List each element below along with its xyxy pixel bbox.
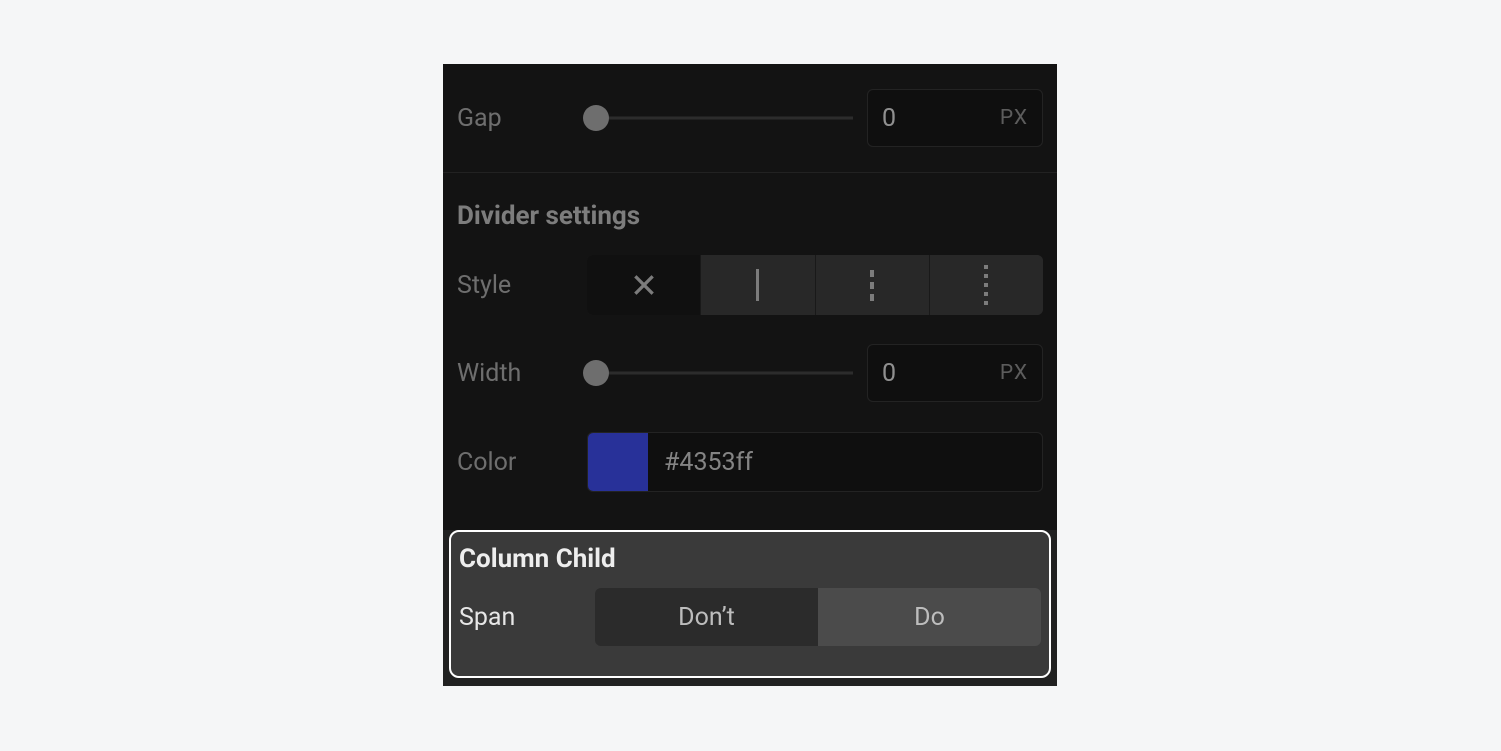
- gap-value-input[interactable]: 0 PX: [867, 89, 1043, 147]
- divider-width-row: Width 0 PX: [443, 329, 1057, 417]
- divider-settings-heading: Divider settings: [443, 173, 1057, 241]
- divider-style-segmented: [587, 255, 1043, 315]
- divider-color-input[interactable]: #4353ff: [587, 432, 1043, 492]
- column-child-span-row: Span Don’t Do: [451, 580, 1049, 646]
- divider-style-label: Style: [457, 271, 587, 300]
- divider-style-none[interactable]: [587, 255, 701, 315]
- slider-track: [587, 117, 853, 120]
- span-option-do[interactable]: Do: [818, 588, 1041, 646]
- x-icon: [631, 272, 657, 298]
- divider-width-label: Width: [457, 359, 587, 388]
- divider-style-solid[interactable]: [701, 255, 815, 315]
- slider-track: [587, 372, 853, 375]
- divider-width-slider[interactable]: [587, 353, 853, 393]
- gap-slider[interactable]: [587, 98, 853, 138]
- slider-thumb[interactable]: [583, 360, 609, 386]
- divider-width-unit: PX: [1000, 361, 1028, 385]
- settings-panel: Gap 0 PX Divider settings Style: [443, 64, 1057, 686]
- color-hex-value: #4353ff: [648, 448, 753, 477]
- gap-unit: PX: [1000, 106, 1028, 130]
- span-option-dont[interactable]: Don’t: [595, 588, 818, 646]
- divider-width-value: 0: [882, 359, 1000, 388]
- divider-color-row: Color #4353ff: [443, 417, 1057, 507]
- solid-line-icon: [756, 269, 759, 301]
- divider-style-dashed[interactable]: [816, 255, 930, 315]
- gap-value: 0: [882, 104, 1000, 133]
- color-swatch: [588, 432, 648, 492]
- span-label: Span: [459, 603, 595, 632]
- divider-style-row: Style: [443, 241, 1057, 329]
- slider-thumb[interactable]: [583, 105, 609, 131]
- dotted-line-icon: [984, 265, 988, 305]
- divider-style-dotted[interactable]: [930, 255, 1043, 315]
- gap-row: Gap 0 PX: [443, 64, 1057, 172]
- divider-color-label: Color: [457, 448, 587, 477]
- column-child-heading: Column Child: [451, 532, 1049, 580]
- gap-label: Gap: [457, 104, 587, 133]
- dashed-line-icon: [870, 270, 874, 301]
- column-child-section: Column Child Span Don’t Do: [449, 530, 1051, 678]
- divider-width-input[interactable]: 0 PX: [867, 344, 1043, 402]
- span-segmented: Don’t Do: [595, 588, 1041, 646]
